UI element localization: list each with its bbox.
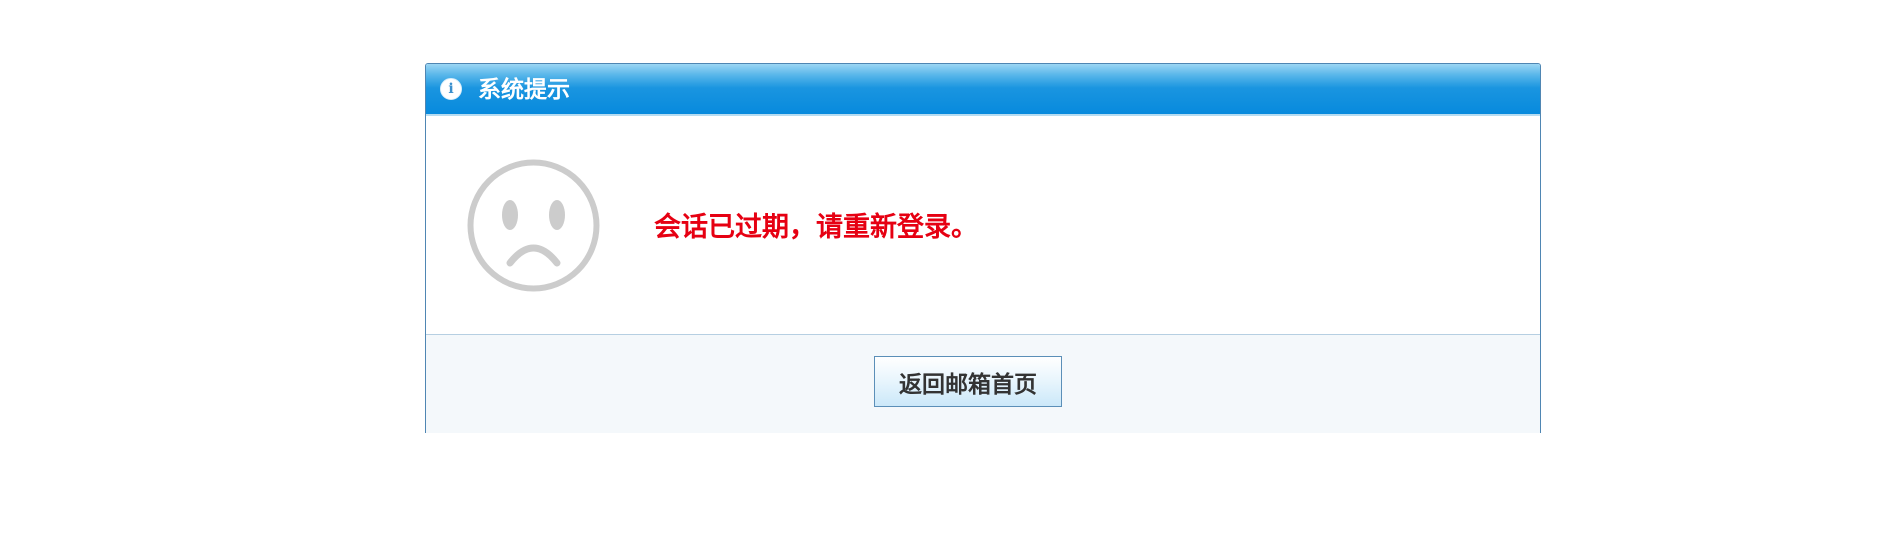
session-expired-message: 会话已过期，请重新登录。 bbox=[654, 212, 978, 243]
dialog-title-bar: i 系统提示 bbox=[426, 64, 1540, 116]
system-notice-dialog: i 系统提示 会话已过期，请重新登录。 返回邮箱首页 bbox=[425, 63, 1541, 433]
dialog-title: 系统提示 bbox=[478, 77, 570, 103]
info-icon: i bbox=[440, 78, 462, 100]
return-to-mailbox-home-button[interactable]: 返回邮箱首页 bbox=[874, 356, 1062, 407]
sad-face-icon bbox=[467, 159, 600, 292]
dialog-footer: 返回邮箱首页 bbox=[426, 335, 1540, 433]
dialog-content: 会话已过期，请重新登录。 bbox=[426, 116, 1540, 335]
